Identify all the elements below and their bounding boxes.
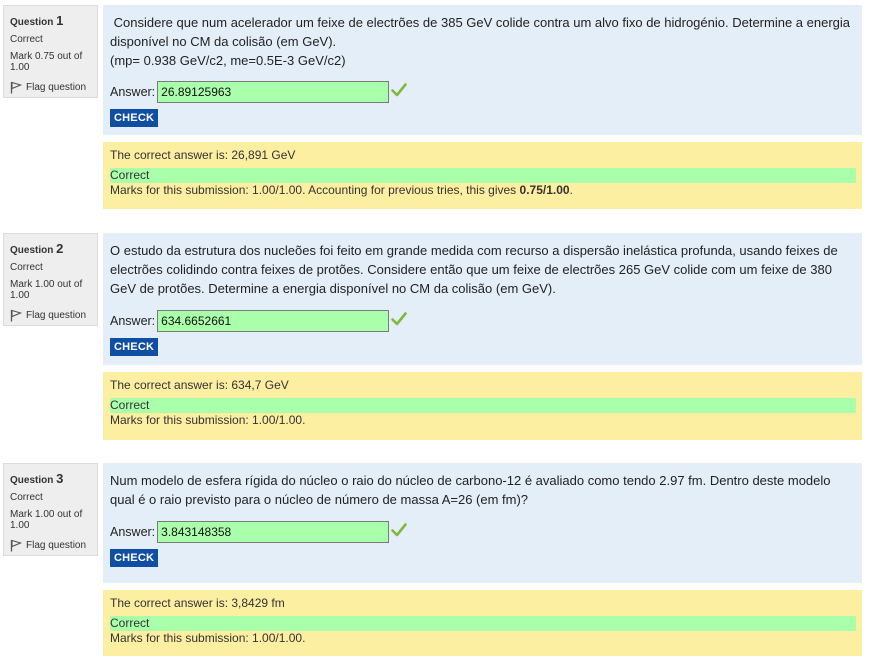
flag-icon xyxy=(10,539,22,552)
marks-summary: Marks for this submission: 1.00/1.00. xyxy=(110,413,306,427)
check-button[interactable]: CHECK xyxy=(110,109,159,127)
correctness-badge: Correct xyxy=(110,398,856,413)
right-answer: The correct answer is: 26,891 GeV xyxy=(110,148,296,162)
question-formulation: Num modelo de esfera rígida do núcleo o … xyxy=(103,463,862,583)
question-text: O estudo da estrutura dos nucleões foi f… xyxy=(110,243,838,296)
question-outcome: The correct answer is: 3,8429 fm Correct… xyxy=(103,590,862,656)
feedback: Correct Marks for this submission: 1.00/… xyxy=(110,168,856,198)
right-answer: The correct answer is: 3,8429 fm xyxy=(110,596,285,610)
answer-label: Answer: xyxy=(110,84,156,99)
check-button[interactable]: CHECK xyxy=(110,338,159,356)
question-number: Question 2 xyxy=(10,241,64,256)
answer-input[interactable]: 634.6652661 xyxy=(157,310,390,332)
answer-row: Answer: 26.89125963 xyxy=(110,81,855,103)
flag-question-button[interactable]: Flag question xyxy=(10,539,91,552)
answer-label: Answer: xyxy=(110,524,156,539)
question-info: Question 3 Correct Mark 1.00 out of 1.00… xyxy=(3,463,98,556)
flag-icon xyxy=(10,81,22,94)
answer-row: Answer: 3.843148358 xyxy=(110,521,855,543)
correctness-badge: Correct xyxy=(110,168,856,183)
question-info: Question 1 Correct Mark 0.75 out of 1.00… xyxy=(3,5,98,98)
answer-label: Answer: xyxy=(110,313,156,328)
question-outcome: The correct answer is: 26,891 GeV Correc… xyxy=(103,142,862,209)
flag-label: Flag question xyxy=(26,540,87,551)
flag-question-button[interactable]: Flag question xyxy=(10,81,91,94)
question-grade: Mark 1.00 out of 1.00 xyxy=(10,509,83,531)
check-mark-icon xyxy=(391,82,407,102)
right-answer: The correct answer is: 634,7 GeV xyxy=(110,378,289,392)
answer-input[interactable]: 26.89125963 xyxy=(157,81,390,103)
correctness-badge: Correct xyxy=(110,616,856,631)
answer-row: Answer: 634.6652661 xyxy=(110,310,855,332)
question-formulation: Considere que num acelerador um feixe de… xyxy=(103,5,862,135)
feedback: Correct Marks for this submission: 1.00/… xyxy=(110,398,856,428)
question-state: Correct xyxy=(10,492,43,503)
question-grade: Mark 0.75 out of 1.00 xyxy=(10,51,83,73)
check-button[interactable]: CHECK xyxy=(110,549,159,567)
check-mark-icon xyxy=(391,311,407,331)
flag-label: Flag question xyxy=(26,310,87,321)
flag-label: Flag question xyxy=(26,82,87,93)
flag-question-button[interactable]: Flag question xyxy=(10,309,91,322)
question-grade: Mark 1.00 out of 1.00 xyxy=(10,279,83,301)
question-state: Correct xyxy=(10,34,43,45)
question-number: Question 1 xyxy=(10,13,64,28)
question-state: Correct xyxy=(10,262,43,273)
question-formulation: O estudo da estrutura dos nucleões foi f… xyxy=(103,233,862,365)
question-info: Question 2 Correct Mark 1.00 out of 1.00… xyxy=(3,233,98,326)
feedback: Correct Marks for this submission: 1.00/… xyxy=(110,616,856,646)
flag-icon xyxy=(10,309,22,322)
question-text: Considere que num acelerador um feixe de… xyxy=(110,15,854,68)
check-mark-icon xyxy=(391,522,407,542)
marks-summary: Marks for this submission: 1.00/1.00. Ac… xyxy=(110,183,573,197)
marks-summary: Marks for this submission: 1.00/1.00. xyxy=(110,631,306,645)
answer-input[interactable]: 3.843148358 xyxy=(157,521,390,543)
question-number: Question 3 xyxy=(10,471,64,486)
question-outcome: The correct answer is: 634,7 GeV Correct… xyxy=(103,372,862,440)
question-text: Num modelo de esfera rígida do núcleo o … xyxy=(110,473,831,507)
